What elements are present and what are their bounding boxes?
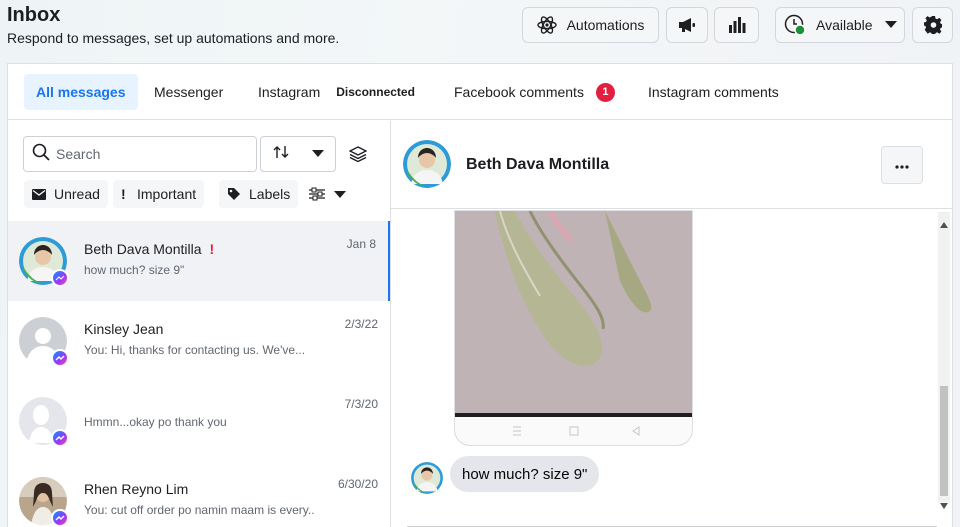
- tab-bar: All messages Messenger Instagram Disconn…: [8, 64, 952, 120]
- message-preview: You: cut off order po namin maam is ever…: [84, 503, 314, 517]
- chat-contact-name: Beth Dava Montilla: [466, 156, 610, 173]
- tab-instagram[interactable]: Instagram Disconnected: [246, 74, 427, 110]
- filter-label: Labels: [249, 186, 291, 202]
- conversation-list-panel: Unread ! Important Labels: [8, 121, 391, 527]
- conversation-item[interactable]: Kinsley Jean You: Hi, thanks for contact…: [8, 301, 390, 381]
- clock-status-icon: [784, 14, 806, 36]
- contact-name: Rhen Reyno Lim: [84, 481, 189, 497]
- automations-label: Automations: [566, 17, 645, 33]
- messenger-icon: [51, 269, 69, 287]
- tab-facebook-comments[interactable]: Facebook comments 1: [442, 74, 627, 110]
- message-date: 2/3/22: [344, 317, 378, 331]
- search-icon: [32, 143, 50, 166]
- scroll-up-arrow-icon[interactable]: [940, 215, 948, 233]
- avatar: [19, 237, 69, 287]
- exclamation-icon: !: [121, 186, 126, 202]
- search-input[interactable]: [56, 146, 236, 162]
- message-preview: Hmmn...okay po thank you: [84, 415, 227, 429]
- campaign-button[interactable]: [666, 7, 708, 43]
- page-title: Inbox: [7, 4, 61, 26]
- sort-dropdown[interactable]: [260, 136, 336, 172]
- sender-avatar: [411, 462, 443, 494]
- contact-name: Beth Dava Montilla!: [84, 241, 214, 257]
- chat-header: Beth Dava Montilla: [391, 121, 952, 209]
- contact-name: Kinsley Jean: [84, 321, 164, 337]
- message-date: 7/3/20: [344, 397, 378, 411]
- filter-label: Important: [137, 186, 197, 202]
- settings-button[interactable]: [912, 7, 953, 43]
- chevron-down-icon: [884, 21, 897, 29]
- megaphone-icon: [678, 17, 696, 33]
- important-flag: !: [209, 241, 215, 257]
- filter-label: Unread: [54, 186, 100, 202]
- tab-messenger[interactable]: Messenger: [142, 74, 235, 110]
- conversation-item[interactable]: Rhen Reyno Lim You: cut off order po nam…: [8, 461, 390, 527]
- layers-button[interactable]: [348, 145, 368, 168]
- more-options-button[interactable]: [881, 146, 923, 184]
- status-label: Available: [816, 17, 873, 33]
- tab-label: Instagram comments: [648, 84, 779, 100]
- availability-dropdown[interactable]: Available: [775, 7, 905, 43]
- sliders-icon: [308, 187, 326, 201]
- search-box: [23, 136, 257, 172]
- scroll-down-arrow-icon[interactable]: [940, 496, 948, 514]
- tab-label: All messages: [36, 84, 126, 100]
- messenger-icon: [51, 349, 69, 367]
- tab-label: Facebook comments: [454, 84, 584, 100]
- automations-button[interactable]: Automations: [522, 7, 659, 43]
- thread-scrollbar[interactable]: [938, 212, 950, 509]
- message-date: Jan 8: [346, 237, 376, 251]
- ellipsis-icon: [895, 156, 909, 174]
- disconnected-badge: Disconnected: [336, 85, 415, 99]
- message-preview: You: Hi, thanks for contacting us. We've…: [84, 343, 306, 357]
- contact-photo: [403, 140, 451, 188]
- avatar: [19, 477, 69, 527]
- contact-name-text: Beth Dava Montilla: [84, 241, 202, 257]
- conversation-item[interactable]: Beth Dava Montilla! how much? size 9" Ja…: [8, 221, 390, 301]
- scrollbar-thumb[interactable]: [940, 386, 948, 496]
- gear-icon: [923, 16, 942, 34]
- tab-instagram-comments[interactable]: Instagram comments: [636, 74, 791, 110]
- layers-icon: [348, 146, 368, 167]
- message-preview: how much? size 9": [84, 263, 185, 277]
- tab-label: Messenger: [154, 84, 224, 100]
- filter-labels[interactable]: Labels: [219, 180, 299, 208]
- atom-icon: [536, 15, 557, 35]
- chat-panel: Beth Dava Montilla how much? size 9": [391, 121, 952, 527]
- message-date: 6/30/20: [337, 477, 378, 491]
- messenger-icon: [51, 509, 69, 527]
- tab-all-messages[interactable]: All messages: [24, 74, 138, 110]
- bar-chart-icon: [728, 16, 746, 34]
- messenger-icon: [51, 429, 69, 447]
- avatar: [403, 140, 451, 188]
- page-subtitle: Respond to messages, set up automations …: [7, 30, 340, 46]
- shoe-photo-attachment[interactable]: [454, 210, 693, 446]
- sort-arrows-icon: [273, 145, 289, 164]
- filter-important[interactable]: ! Important: [113, 180, 205, 208]
- message-thread: how much? size 9": [391, 210, 952, 527]
- tab-label: Instagram: [258, 84, 321, 100]
- insights-button[interactable]: [714, 7, 759, 43]
- message-bubble: how much? size 9": [450, 456, 600, 492]
- chevron-down-icon: [334, 186, 346, 202]
- inbox-panel: All messages Messenger Instagram Disconn…: [7, 63, 953, 527]
- envelope-icon: [32, 188, 46, 200]
- chevron-down-icon: [311, 145, 324, 163]
- avatar: [19, 397, 69, 447]
- filter-settings-dropdown[interactable]: [300, 180, 354, 208]
- conversation-item[interactable]: Hmmn...okay po thank you 7/3/20: [8, 381, 390, 461]
- filter-unread[interactable]: Unread: [24, 180, 108, 208]
- tag-icon: [227, 187, 241, 201]
- unread-count-badge: 1: [595, 82, 615, 102]
- avatar: [19, 317, 69, 367]
